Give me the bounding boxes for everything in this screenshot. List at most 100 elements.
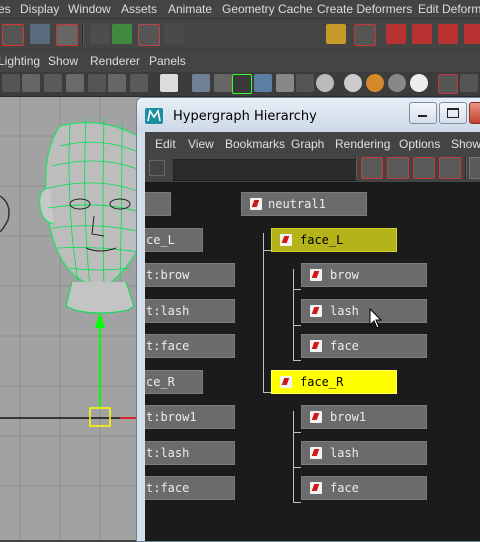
graph-layout-icon[interactable]	[469, 157, 480, 179]
hg-menu-graph[interactable]: Graph	[291, 137, 324, 151]
grease-pencil-icon[interactable]	[438, 74, 458, 94]
node-face-r[interactable]: face_R	[271, 370, 397, 394]
menu-item-display[interactable]: Display	[20, 2, 59, 16]
antialias-icon[interactable]	[388, 74, 406, 92]
menu-item-geometry-cache[interactable]: Geometry Cache	[222, 2, 313, 16]
transform-node-icon	[310, 482, 322, 494]
snap-icon[interactable]	[354, 24, 376, 46]
hypergraph-node[interactable]: t:lash	[145, 299, 235, 323]
close-button[interactable]	[469, 102, 480, 124]
snap-curve-icon[interactable]	[412, 24, 432, 44]
snap-point-icon[interactable]	[438, 24, 458, 44]
hypergraph-node[interactable]: ce_L	[145, 228, 203, 252]
menu-item-edit-deformers[interactable]: Edit Deforme	[418, 2, 480, 16]
snap-view-icon[interactable]	[464, 24, 480, 44]
node-brow[interactable]: brow	[301, 263, 427, 287]
lock-icon[interactable]	[326, 24, 346, 44]
hg-menu-rendering[interactable]: Rendering	[335, 137, 390, 151]
lights-icon[interactable]	[130, 74, 148, 92]
menu-item-assets[interactable]: Assets	[121, 2, 157, 16]
maximize-button[interactable]	[439, 102, 467, 124]
camera-attributes-icon[interactable]	[2, 74, 20, 92]
select-mode-icon[interactable]	[2, 24, 24, 46]
wireframe-on-shaded-icon[interactable]	[232, 74, 252, 94]
filter-icon[interactable]	[90, 24, 110, 44]
hierarchy-mask-icon[interactable]	[112, 24, 132, 44]
panel-menu-renderer[interactable]: Renderer	[90, 54, 140, 68]
isolate-icon[interactable]	[214, 74, 232, 92]
scene-hierarchy-icon[interactable]	[361, 157, 383, 179]
smooth-shade-icon[interactable]	[66, 74, 84, 92]
maya-logo-icon	[145, 108, 163, 124]
hypergraph-node[interactable]	[145, 192, 171, 216]
panel-menu-panels[interactable]: Panels	[149, 54, 186, 68]
transform-node-icon	[310, 305, 322, 317]
text-icon[interactable]	[160, 74, 178, 92]
checker-icon[interactable]	[276, 74, 294, 92]
hypergraph-node[interactable]: ce_R	[145, 370, 203, 394]
depth-of-field-icon[interactable]	[410, 74, 428, 92]
connector-line	[293, 325, 301, 326]
separator	[82, 23, 84, 45]
textured-icon[interactable]	[108, 74, 126, 92]
maximize-icon	[447, 108, 459, 118]
select-hierarchy-icon[interactable]	[30, 24, 50, 44]
hypergraph-node[interactable]: t:brow1	[145, 405, 235, 429]
shaded-icon[interactable]	[88, 74, 106, 92]
wireframe-icon[interactable]	[44, 74, 62, 92]
panel-menu-show[interactable]: Show	[48, 54, 78, 68]
xray-icon[interactable]	[192, 74, 210, 92]
manipulator-arrow-icon[interactable]	[95, 312, 105, 328]
hg-menu-bookmarks[interactable]: Bookmarks	[225, 137, 285, 151]
hypergraph-node[interactable]: t:brow	[145, 263, 235, 287]
mouse-cursor-icon	[369, 308, 383, 329]
hypergraph-node[interactable]: t:face	[145, 334, 235, 358]
hypergraph-canvas[interactable]: ce_L t:brow t:lash t:face ce_R t:brow1 t…	[145, 182, 480, 541]
separator	[355, 156, 357, 180]
transform-node-icon	[310, 447, 322, 459]
motion-blur-icon[interactable]	[366, 74, 384, 92]
output-connections-icon[interactable]	[439, 157, 461, 179]
transform-node-icon	[280, 376, 292, 388]
hg-menu-show[interactable]: Show	[451, 137, 480, 151]
node-neutral1[interactable]: neutral1	[241, 192, 367, 216]
menu-item-window[interactable]: Window	[68, 2, 111, 16]
magnet-icon[interactable]	[386, 24, 406, 44]
hg-menu-edit[interactable]: Edit	[155, 137, 176, 151]
connector-line	[293, 502, 301, 503]
node-lash1[interactable]: lash	[301, 441, 427, 465]
object-mask-icon[interactable]	[164, 24, 184, 44]
component-mask-icon[interactable]	[138, 24, 160, 46]
hypergraph-node[interactable]: t:face	[145, 476, 235, 500]
menu-item-edit-partial[interactable]: es	[0, 2, 11, 16]
connector-line	[293, 411, 294, 503]
hypergraph-window: Hypergraph Hierarchy Edit View Bookmarks…	[136, 97, 480, 542]
node-face[interactable]: face	[301, 334, 427, 358]
input-connections-icon[interactable]	[413, 157, 435, 179]
transform-node-icon	[310, 411, 322, 423]
connector-line	[293, 467, 301, 468]
menu-item-create-deformers[interactable]: Create Deformers	[317, 2, 412, 16]
ambient-occlusion-icon[interactable]	[344, 74, 362, 92]
hg-menu-view[interactable]: View	[188, 137, 214, 151]
shadow-icon[interactable]	[296, 74, 314, 92]
hypergraph-search-input[interactable]	[173, 159, 357, 181]
menu-item-animate[interactable]: Animate	[168, 2, 212, 16]
hg-menu-options[interactable]: Options	[399, 137, 440, 151]
hypergraph-node[interactable]: t:lash	[145, 441, 235, 465]
panel-menu-lighting[interactable]: Lighting	[0, 54, 40, 68]
node-face1[interactable]: face	[301, 476, 427, 500]
input-output-connections-icon[interactable]	[387, 157, 409, 179]
resolution-gate-icon[interactable]	[460, 74, 478, 92]
node-brow1[interactable]: brow1	[301, 405, 427, 429]
minimize-button[interactable]	[409, 102, 437, 124]
transform-node-icon	[310, 269, 322, 281]
bookmark-icon[interactable]	[22, 74, 40, 92]
connector-line	[293, 269, 294, 361]
sphere-icon[interactable]	[316, 74, 334, 92]
select-object-icon[interactable]	[56, 24, 78, 46]
node-face-l[interactable]: face_L	[271, 228, 397, 252]
cube-icon[interactable]	[254, 74, 272, 92]
node-lash[interactable]: lash	[301, 299, 427, 323]
window-titlebar[interactable]: Hypergraph Hierarchy	[137, 98, 480, 132]
